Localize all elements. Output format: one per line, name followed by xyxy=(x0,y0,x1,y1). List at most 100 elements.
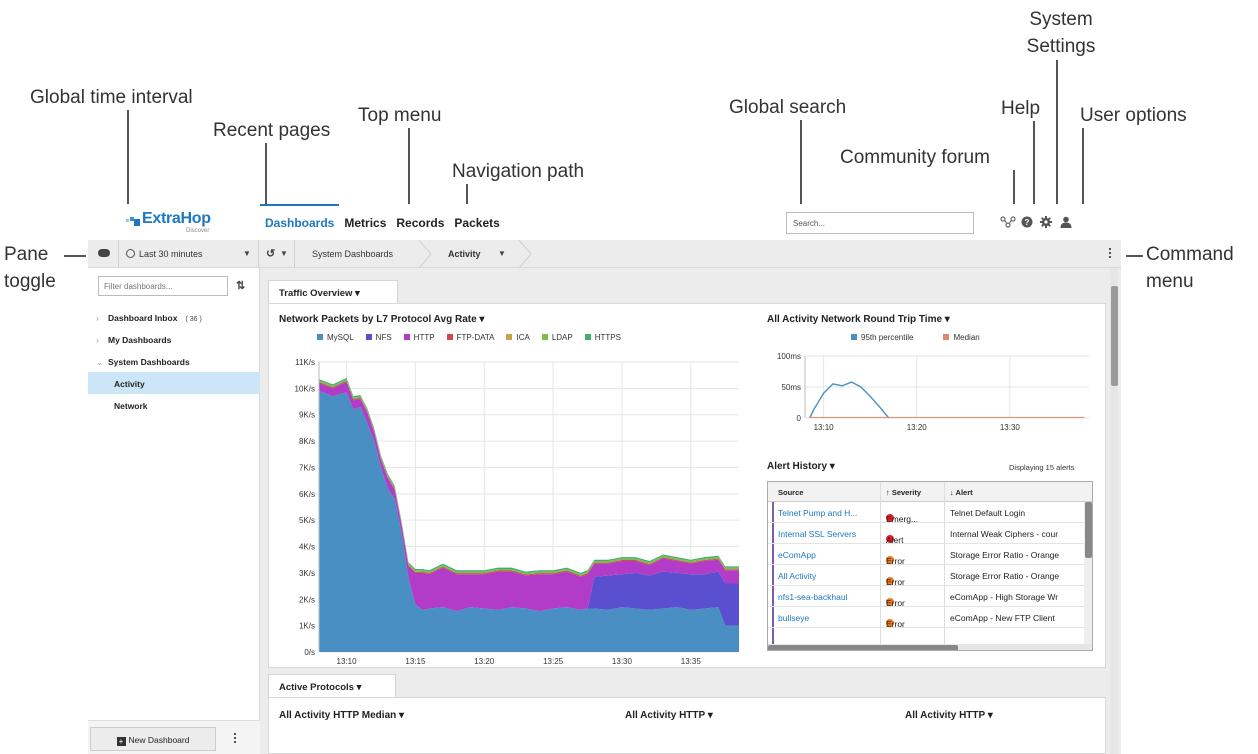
legend-swatch xyxy=(584,334,591,340)
tree-item-system-dashboards[interactable]: ⌄ System Dashboards xyxy=(88,350,260,372)
callout-pane: Pane xyxy=(4,244,49,265)
sidebar-menu-icon[interactable] xyxy=(234,733,236,745)
scroll-thumb[interactable] xyxy=(768,645,958,650)
callout-line-user xyxy=(1082,128,1084,211)
breadcrumb-system-dashboards[interactable]: System Dashboards xyxy=(312,249,393,259)
chevron-down-icon: ⌄ xyxy=(96,357,104,367)
alert-name[interactable]: Storage Error Ratio - Orange xyxy=(950,550,1059,560)
table-row[interactable]: Internal SSL Servers Alert Internal Weak… xyxy=(768,523,1092,545)
alert-source[interactable]: bullseye xyxy=(778,613,809,623)
y-tick-label: 0/s xyxy=(304,648,315,657)
callout-line-help xyxy=(1033,121,1035,211)
rtt-chart-title[interactable]: All Activity Network Round Trip Time ▾ xyxy=(767,314,950,325)
command-menu-icon[interactable] xyxy=(1109,248,1112,260)
top-menu: Dashboards Metrics Records Packets xyxy=(260,204,505,240)
dashboard-tree: › Dashboard Inbox ( 36 ) › My Dashboards ⌄ S… xyxy=(88,306,260,416)
table-row[interactable]: nfs1-sea-backhaul Error eComApp - High S… xyxy=(768,586,1092,608)
main-scrollbar[interactable] xyxy=(1110,268,1118,754)
tree-item-label: Dashboard Inbox xyxy=(108,313,178,323)
x-tick-label: 13:20 xyxy=(474,657,495,664)
alert-source[interactable]: eComApp xyxy=(778,550,816,560)
app-window: ExtraHop Discover Dashboards Metrics Rec… xyxy=(88,204,1121,754)
callout-recent-pages: Recent pages xyxy=(213,120,331,141)
alert-name[interactable]: Internal Weak Ciphers - cour xyxy=(950,529,1058,539)
filter-dashboards-input[interactable]: Filter dashboards... xyxy=(98,276,228,296)
alert-history-table: Source ↑ Severity ↓ Alert Telnet Pump an… xyxy=(767,481,1093,651)
legend-item: MySQL xyxy=(317,333,354,342)
legend-swatch xyxy=(317,334,323,340)
tab-traffic-overview[interactable]: Traffic Overview ▾ xyxy=(268,280,398,304)
legend-swatch xyxy=(446,334,453,340)
table-row[interactable]: Telnet Pump and H... Emerg... Telnet Def… xyxy=(768,502,1092,524)
scroll-thumb[interactable] xyxy=(1085,502,1092,558)
time-interval-label: Last 30 minutes xyxy=(139,249,203,259)
top-menu-records[interactable]: Records xyxy=(391,204,449,240)
callout-line-search xyxy=(800,120,802,212)
protocol-chart-title[interactable]: All Activity HTTP ▾ xyxy=(905,710,993,721)
table-row[interactable]: eComApp Error Storage Error Ratio - Oran… xyxy=(768,544,1092,566)
alert-table-vscroll[interactable] xyxy=(1084,502,1092,644)
help-icon[interactable]: ? xyxy=(1021,216,1033,228)
logo-subtitle: Discover xyxy=(186,228,210,234)
tree-item-dashboard-inbox[interactable]: › Dashboard Inbox ( 36 ) xyxy=(88,306,260,328)
alert-name[interactable]: eComApp - High Storage Wr xyxy=(950,592,1058,602)
tree-item-activity[interactable]: Activity xyxy=(88,372,260,394)
legend-label: LDAP xyxy=(551,333,573,342)
alert-source[interactable]: Internal SSL Servers xyxy=(778,529,856,539)
col-source[interactable]: Source xyxy=(778,488,803,497)
alert-source[interactable]: nfs1-sea-backhaul xyxy=(778,592,847,602)
recent-pages-caret-icon[interactable]: ▼ xyxy=(280,249,288,258)
x-tick-label: 13:15 xyxy=(405,657,426,664)
tree-item-my-dashboards[interactable]: › My Dashboards xyxy=(88,328,260,350)
top-menu-dashboards[interactable]: Dashboards xyxy=(260,204,340,240)
gear-icon[interactable] xyxy=(1040,216,1052,228)
alert-name[interactable]: Telnet Default Login xyxy=(950,508,1025,518)
global-time-interval[interactable]: Last 30 minutes xyxy=(126,240,203,268)
callout-command: Command xyxy=(1146,244,1234,265)
packets-chart-title[interactable]: Network Packets by L7 Protocol Avg Rate … xyxy=(279,314,484,325)
clock-icon xyxy=(126,249,135,258)
tree-item-network[interactable]: Network xyxy=(88,394,260,416)
alert-name[interactable]: eComApp - New FTP Client xyxy=(950,613,1055,623)
alert-table-hscroll[interactable] xyxy=(768,644,1092,650)
global-search-input[interactable]: Search... xyxy=(786,212,974,234)
navigation-bar: Last 30 minutes ▼ ↺ ▼ System Dashboards … xyxy=(88,240,1121,268)
top-menu-packets[interactable]: Packets xyxy=(449,204,504,240)
time-interval-caret-icon[interactable]: ▼ xyxy=(243,249,251,258)
top-bar: ExtraHop Discover Dashboards Metrics Rec… xyxy=(88,204,1121,240)
protocol-chart-title[interactable]: All Activity HTTP ▾ xyxy=(625,710,713,721)
callout-navigation-path: Navigation path xyxy=(452,161,585,182)
alert-source[interactable]: All Activity xyxy=(778,571,816,581)
nav-separator xyxy=(294,240,295,268)
tab-active-protocols[interactable]: Active Protocols ▾ xyxy=(268,674,396,698)
user-icon[interactable] xyxy=(1060,216,1072,228)
alert-table-header: Source ↑ Severity ↓ Alert xyxy=(768,482,1092,502)
tree-item-label: System Dashboards xyxy=(108,357,190,367)
y-tick-label: 11K/s xyxy=(295,358,315,367)
breadcrumb-activity[interactable]: Activity xyxy=(448,249,481,259)
recent-pages-icon[interactable]: ↺ xyxy=(266,247,275,260)
alert-history-title[interactable]: Alert History ▾ xyxy=(767,461,835,472)
alert-name[interactable]: Storage Error Ratio - Orange xyxy=(950,571,1059,581)
top-menu-metrics[interactable]: Metrics xyxy=(339,204,391,240)
alert-source[interactable]: Telnet Pump and H... xyxy=(778,508,857,518)
community-forum-icon[interactable] xyxy=(1000,216,1016,228)
protocol-chart-title[interactable]: All Activity HTTP Median ▾ xyxy=(279,710,404,721)
breadcrumb-caret-icon[interactable]: ▼ xyxy=(498,249,506,258)
y-tick-label: 1K/s xyxy=(299,622,315,631)
sort-icon[interactable]: ⇅ xyxy=(236,279,245,292)
table-row[interactable]: All Activity Error Storage Error Ratio -… xyxy=(768,565,1092,587)
new-dashboard-button[interactable]: + New Dashboard xyxy=(90,727,216,751)
inbox-count: ( 36 ) xyxy=(185,316,202,323)
new-dashboard-label: New Dashboard xyxy=(128,735,190,745)
legend-item: LDAP xyxy=(541,333,573,342)
pane-toggle-icon[interactable] xyxy=(98,249,110,257)
col-alert[interactable]: ↓ Alert xyxy=(950,488,973,497)
col-severity[interactable]: ↑ Severity xyxy=(886,488,921,497)
y-tick-label: 4K/s xyxy=(299,543,315,552)
scroll-thumb[interactable] xyxy=(1111,286,1118,386)
y-tick-label: 6K/s xyxy=(299,490,315,499)
legend-label: HTTP xyxy=(413,333,435,342)
table-row[interactable]: bullseye Error eComApp - New FTP Client xyxy=(768,607,1092,629)
legend-label: ICA xyxy=(516,333,530,342)
